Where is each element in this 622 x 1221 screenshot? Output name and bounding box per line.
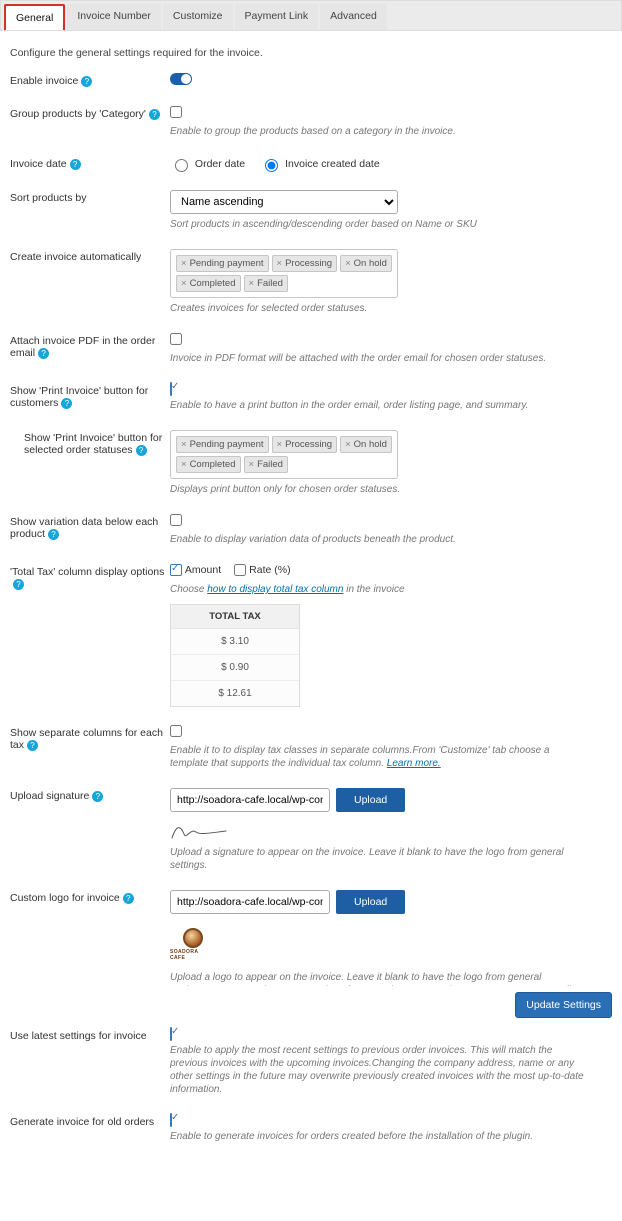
input-logo-url[interactable]: [170, 890, 330, 914]
label-invoice-date: Invoice date?: [10, 156, 170, 170]
close-icon[interactable]: ×: [181, 459, 187, 470]
help-icon[interactable]: ?: [70, 159, 81, 170]
checkbox-use-latest[interactable]: [170, 1027, 172, 1041]
label-group-products: Group products by 'Category'?: [10, 106, 170, 120]
help-icon[interactable]: ?: [38, 348, 49, 359]
checkbox-attach-pdf[interactable]: [170, 333, 182, 345]
tagbox-create-auto[interactable]: ×Pending payment ×Processing ×On hold ×C…: [170, 249, 398, 298]
input-signature-url[interactable]: [170, 788, 330, 812]
close-icon[interactable]: ×: [277, 258, 283, 269]
help-icon[interactable]: ?: [81, 76, 92, 87]
tag-status[interactable]: ×On hold: [340, 255, 392, 272]
desc-show-variation: Enable to display variation data of prod…: [170, 533, 590, 546]
checkbox-show-print-customers[interactable]: [170, 382, 172, 396]
tag-status[interactable]: ×Pending payment: [176, 255, 269, 272]
desc-separate-tax: Enable it to to display tax classes in s…: [170, 744, 590, 770]
intro-text: Configure the general settings required …: [10, 47, 612, 59]
close-icon[interactable]: ×: [277, 439, 283, 450]
close-icon[interactable]: ×: [345, 439, 351, 450]
tax-preview-table: TOTAL TAX $ 3.10 $ 0.90 $ 12.61: [170, 604, 300, 707]
checkbox-show-variation[interactable]: [170, 514, 182, 526]
desc-group-products: Enable to group the products based on a …: [170, 125, 590, 138]
desc-show-print-statuses: Displays print button only for chosen or…: [170, 483, 590, 496]
settings-tabs: General Invoice Number Customize Payment…: [0, 0, 622, 31]
tag-status[interactable]: ×Completed: [176, 275, 241, 292]
close-icon[interactable]: ×: [181, 439, 187, 450]
tag-status[interactable]: ×Failed: [244, 275, 288, 292]
signature-preview: [170, 820, 230, 842]
help-icon[interactable]: ?: [136, 445, 147, 456]
checkbox-group-products[interactable]: [170, 106, 182, 118]
label-use-latest: Use latest settings for invoice: [10, 1028, 170, 1042]
label-show-print-statuses: Show 'Print Invoice' button for selected…: [10, 430, 170, 456]
close-icon[interactable]: ×: [181, 258, 187, 269]
tab-invoice-number[interactable]: Invoice Number: [67, 4, 161, 30]
tagbox-print-statuses[interactable]: ×Pending payment ×Processing ×On hold ×C…: [170, 430, 398, 479]
label-attach-pdf: Attach invoice PDF in the order email?: [10, 333, 170, 359]
close-icon[interactable]: ×: [249, 278, 255, 289]
tag-status[interactable]: ×Processing: [272, 436, 338, 453]
radio-order-date[interactable]: Order date: [170, 158, 245, 170]
tag-status[interactable]: ×Completed: [176, 456, 241, 473]
tag-status[interactable]: ×Processing: [272, 255, 338, 272]
label-show-variation: Show variation data below each product?: [10, 514, 170, 540]
desc-total-tax: Choose how to display total tax column i…: [170, 583, 590, 596]
link-total-tax[interactable]: how to display total tax column: [207, 584, 343, 595]
close-icon[interactable]: ×: [345, 258, 351, 269]
label-sort-products: Sort products by: [10, 190, 170, 204]
label-enable-invoice: Enable invoice?: [10, 73, 170, 87]
help-icon[interactable]: ?: [27, 740, 38, 751]
select-sort-products[interactable]: Name ascending: [170, 190, 398, 214]
tab-customize[interactable]: Customize: [163, 4, 233, 30]
checkbox-amount[interactable]: Amount: [170, 564, 221, 576]
help-icon[interactable]: ?: [123, 893, 134, 904]
help-icon[interactable]: ?: [48, 529, 59, 540]
link-learn-more[interactable]: Learn more.: [387, 758, 441, 769]
toggle-enable-invoice[interactable]: [170, 73, 192, 85]
help-icon[interactable]: ?: [13, 579, 24, 590]
checkbox-rate[interactable]: Rate (%): [234, 564, 290, 576]
tab-payment-link[interactable]: Payment Link: [235, 4, 319, 30]
label-separate-tax: Show separate columns for each tax?: [10, 725, 170, 751]
desc-attach-pdf: Invoice in PDF format will be attached w…: [170, 352, 590, 365]
upload-signature-button[interactable]: Upload: [336, 788, 405, 812]
help-icon[interactable]: ?: [149, 109, 160, 120]
checkbox-generate-old[interactable]: [170, 1113, 172, 1127]
desc-generate-old: Enable to generate invoices for orders c…: [170, 1130, 590, 1143]
tag-status[interactable]: ×On hold: [340, 436, 392, 453]
desc-use-latest: Enable to apply the most recent settings…: [170, 1044, 590, 1096]
upload-logo-button[interactable]: Upload: [336, 890, 405, 914]
label-upload-signature: Upload signature?: [10, 788, 170, 802]
desc-sort-products: Sort products in ascending/descending or…: [170, 218, 590, 231]
tab-general[interactable]: General: [4, 4, 65, 30]
label-total-tax: 'Total Tax' column display options?: [10, 564, 170, 590]
tag-status[interactable]: ×Pending payment: [176, 436, 269, 453]
logo-preview: SOADORA CAFE: [170, 922, 215, 967]
tab-advanced[interactable]: Advanced: [320, 4, 387, 30]
tag-status[interactable]: ×Failed: [244, 456, 288, 473]
update-settings-button[interactable]: Update Settings: [515, 992, 612, 1018]
desc-upload-signature: Upload a signature to appear on the invo…: [170, 846, 590, 872]
desc-show-print-customers: Enable to have a print button in the ord…: [170, 399, 590, 412]
desc-create-auto: Creates invoices for selected order stat…: [170, 302, 590, 315]
close-icon[interactable]: ×: [249, 459, 255, 470]
help-icon[interactable]: ?: [92, 791, 103, 802]
label-generate-old: Generate invoice for old orders: [10, 1114, 170, 1128]
label-show-print-customers: Show 'Print Invoice' button for customer…: [10, 383, 170, 409]
checkbox-separate-tax[interactable]: [170, 725, 182, 737]
close-icon[interactable]: ×: [181, 278, 187, 289]
label-create-auto: Create invoice automatically: [10, 249, 170, 263]
help-icon[interactable]: ?: [61, 398, 72, 409]
radio-created-date[interactable]: Invoice created date: [260, 158, 379, 170]
label-custom-logo: Custom logo for invoice?: [10, 890, 170, 904]
